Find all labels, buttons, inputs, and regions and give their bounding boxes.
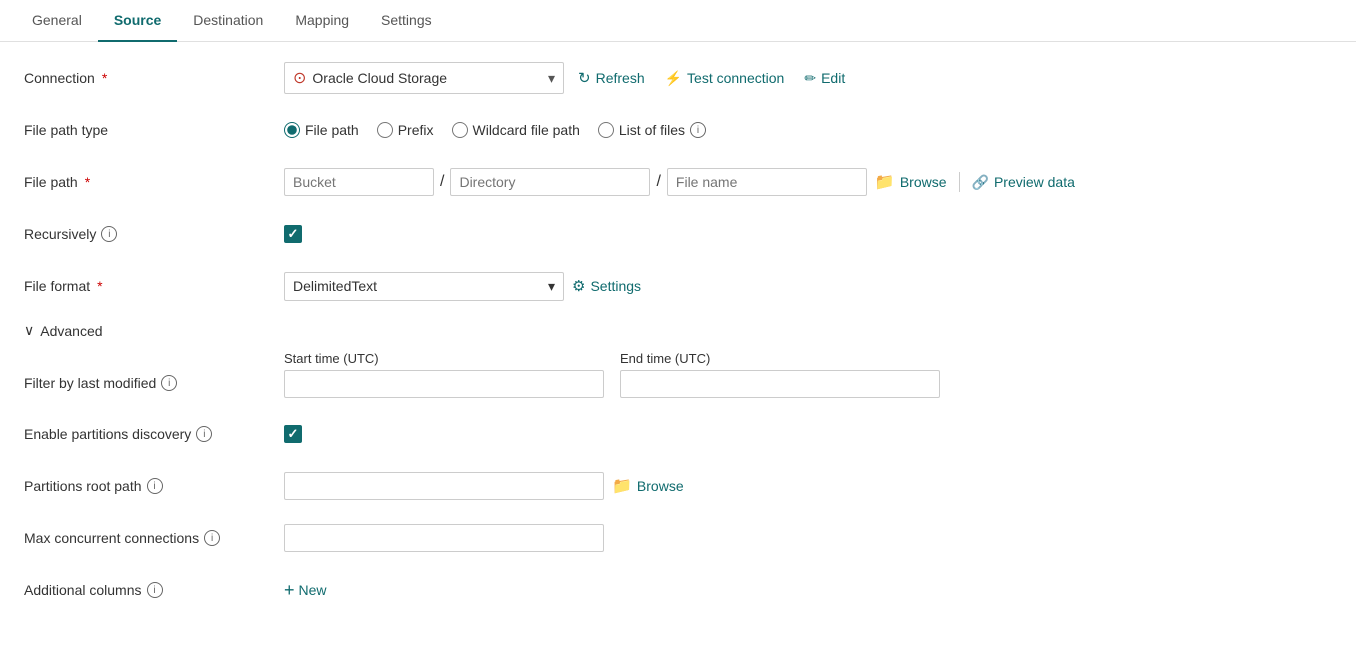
edit-icon: ✏ xyxy=(804,70,816,87)
tab-mapping[interactable]: Mapping xyxy=(279,0,365,42)
end-time-label: End time (UTC) xyxy=(620,351,940,366)
tab-settings[interactable]: Settings xyxy=(365,0,448,42)
recursively-info-icon: i xyxy=(101,226,117,242)
additional-columns-row: Additional columns i + New xyxy=(24,574,1332,606)
recursively-row: Recursively i ✓ xyxy=(24,218,1332,250)
connection-row: Connection * ⊙ Oracle Cloud Storage ▾ ↻ … xyxy=(24,62,1332,94)
preview-data-button[interactable]: 🔗 Preview data xyxy=(972,174,1075,191)
tab-destination[interactable]: Destination xyxy=(177,0,279,42)
file-path-required: * xyxy=(85,174,90,190)
partitions-discovery-checkbox[interactable]: ✓ xyxy=(284,425,302,443)
filename-input[interactable] xyxy=(667,168,867,196)
partitions-discovery-row: Enable partitions discovery i ✓ xyxy=(24,418,1332,450)
test-connection-button[interactable]: ⚡ Test connection xyxy=(659,66,791,91)
file-format-required: * xyxy=(97,278,102,294)
file-path-controls: / / 📁 Browse 🔗 Preview data xyxy=(284,168,1332,196)
edit-button[interactable]: ✏ Edit xyxy=(798,66,851,91)
partitions-browse-button[interactable]: 📁 Browse xyxy=(612,476,684,496)
file-path-row: File path * / / 📁 Browse 🔗 Preview data xyxy=(24,166,1332,198)
file-path-type-row: File path type File path Prefix Wildcard… xyxy=(24,114,1332,146)
recursively-controls: ✓ xyxy=(284,225,1332,243)
browse-button[interactable]: 📁 Browse xyxy=(875,172,947,192)
radio-listfiles-input[interactable] xyxy=(598,122,614,138)
max-connections-info-icon: i xyxy=(204,530,220,546)
radio-filepath-input[interactable] xyxy=(284,122,300,138)
plus-icon: + xyxy=(284,580,295,601)
filter-last-modified-row: Filter by last modified i Start time (UT… xyxy=(24,351,1332,398)
file-path-type-controls: File path Prefix Wildcard file path List… xyxy=(284,122,1332,138)
tab-general[interactable]: General xyxy=(16,0,98,42)
max-connections-input[interactable] xyxy=(284,524,604,552)
start-time-label: Start time (UTC) xyxy=(284,351,604,366)
recursively-label: Recursively i xyxy=(24,226,284,242)
radio-listfiles[interactable]: List of files i xyxy=(598,122,706,138)
partitions-checkmark-icon: ✓ xyxy=(288,426,299,442)
chevron-down-icon: ∨ xyxy=(24,322,34,339)
file-format-controls: DelimitedText ▾ ⚙ Settings xyxy=(284,272,1332,301)
partitions-discovery-controls: ✓ xyxy=(284,425,1332,443)
additional-columns-controls: + New xyxy=(284,580,1332,601)
bucket-input[interactable] xyxy=(284,168,434,196)
settings-icon: ⚙ xyxy=(572,277,585,295)
add-new-column-button[interactable]: + New xyxy=(284,580,327,601)
partitions-root-path-input[interactable] xyxy=(284,472,604,500)
directory-input[interactable] xyxy=(450,168,650,196)
file-path-inputs: / / xyxy=(284,168,867,196)
connection-label: Connection * xyxy=(24,70,284,86)
max-connections-row: Max concurrent connections i xyxy=(24,522,1332,554)
start-time-input[interactable] xyxy=(284,370,604,398)
format-settings-button[interactable]: ⚙ Settings xyxy=(572,277,641,295)
additional-columns-label: Additional columns i xyxy=(24,582,284,598)
separator-1: / xyxy=(434,173,450,191)
end-time-group: End time (UTC) xyxy=(620,351,940,398)
checkmark-icon: ✓ xyxy=(288,226,299,242)
file-format-dropdown[interactable]: DelimitedText ▾ xyxy=(284,272,564,301)
partitions-root-path-label: Partitions root path i xyxy=(24,478,284,494)
max-connections-controls xyxy=(284,524,1332,552)
start-time-group: Start time (UTC) xyxy=(284,351,604,398)
connection-db-icon: ⊙ xyxy=(293,68,306,88)
connection-dropdown-arrow: ▾ xyxy=(548,70,555,87)
folder-icon: 📁 xyxy=(875,172,895,192)
preview-icon: 🔗 xyxy=(972,174,989,191)
filter-info-icon: i xyxy=(161,375,177,391)
partitions-root-path-controls: 📁 Browse xyxy=(284,472,1332,500)
refresh-icon: ↻ xyxy=(578,69,591,87)
tab-source[interactable]: Source xyxy=(98,0,177,42)
radio-wildcard-input[interactable] xyxy=(452,122,468,138)
file-path-type-label: File path type xyxy=(24,122,284,138)
radio-prefix[interactable]: Prefix xyxy=(377,122,434,138)
connection-controls: ⊙ Oracle Cloud Storage ▾ ↻ Refresh ⚡ Tes… xyxy=(284,62,1332,94)
file-format-label: File format * xyxy=(24,278,284,294)
recursively-checkbox[interactable]: ✓ xyxy=(284,225,302,243)
test-connection-icon: ⚡ xyxy=(665,70,682,87)
advanced-section: ∨ Advanced Filter by last modified i Sta… xyxy=(24,322,1332,606)
format-dropdown-arrow: ▾ xyxy=(548,278,555,295)
partitions-discovery-label: Enable partitions discovery i xyxy=(24,426,284,442)
divider xyxy=(959,172,960,192)
partitions-root-path-row: Partitions root path i 📁 Browse xyxy=(24,470,1332,502)
file-format-row: File format * DelimitedText ▾ ⚙ Settings xyxy=(24,270,1332,302)
separator-2: / xyxy=(650,173,666,191)
radio-wildcard[interactable]: Wildcard file path xyxy=(452,122,580,138)
connection-dropdown[interactable]: ⊙ Oracle Cloud Storage ▾ xyxy=(284,62,564,94)
radio-filepath[interactable]: File path xyxy=(284,122,359,138)
connection-required: * xyxy=(102,70,107,86)
partitions-folder-icon: 📁 xyxy=(612,476,632,496)
partitions-info-icon: i xyxy=(196,426,212,442)
refresh-button[interactable]: ↻ Refresh xyxy=(572,65,651,91)
file-path-label: File path * xyxy=(24,174,284,190)
partitions-root-info-icon: i xyxy=(147,478,163,494)
max-connections-label: Max concurrent connections i xyxy=(24,530,284,546)
tabs-bar: General Source Destination Mapping Setti… xyxy=(0,0,1356,42)
additional-columns-info-icon: i xyxy=(147,582,163,598)
time-fields: Start time (UTC) End time (UTC) xyxy=(284,351,940,398)
listfiles-info-icon: i xyxy=(690,122,706,138)
advanced-toggle[interactable]: ∨ Advanced xyxy=(24,322,1332,339)
filter-last-modified-label: Filter by last modified i xyxy=(24,351,284,391)
file-path-type-radio-group: File path Prefix Wildcard file path List… xyxy=(284,122,706,138)
form-container: Connection * ⊙ Oracle Cloud Storage ▾ ↻ … xyxy=(0,42,1356,646)
radio-prefix-input[interactable] xyxy=(377,122,393,138)
end-time-input[interactable] xyxy=(620,370,940,398)
